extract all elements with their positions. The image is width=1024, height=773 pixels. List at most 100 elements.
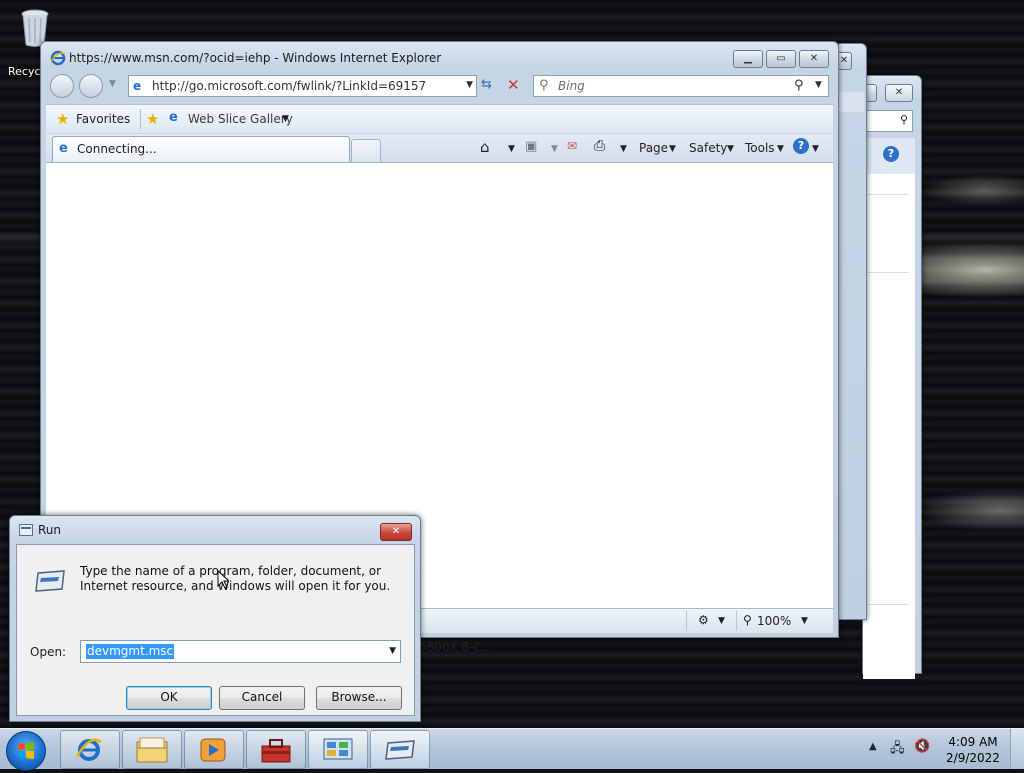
run-dialog[interactable]: Run ✕ Type the name of a program, folder… bbox=[9, 515, 421, 722]
divider bbox=[863, 194, 909, 195]
open-value[interactable]: devmgmt.msc bbox=[86, 644, 175, 659]
search-provider-icon: ⚲ bbox=[539, 78, 549, 93]
search-box[interactable]: ⚲ Bing ⚲ ▼ bbox=[533, 75, 829, 97]
run-program-icon bbox=[35, 570, 65, 592]
taskbar-explorer-button[interactable] bbox=[122, 730, 182, 769]
minimize-button[interactable]: ▁ bbox=[733, 50, 763, 68]
taskbar-toolbox-button[interactable] bbox=[246, 730, 306, 769]
address-bar[interactable]: e http://go.microsoft.com/fwlink/?LinkId… bbox=[128, 75, 477, 97]
mouse-cursor-icon bbox=[217, 570, 229, 589]
folder-icon bbox=[136, 737, 168, 763]
print-icon[interactable]: ⎙ bbox=[594, 138, 605, 154]
web-slice-gallery-button[interactable]: Web Slice Gallery bbox=[188, 112, 293, 126]
search-placeholder[interactable]: Bing bbox=[558, 79, 585, 93]
network-icon[interactable]: 🖧 bbox=[890, 739, 905, 761]
close-button[interactable]: ✕ bbox=[799, 50, 829, 68]
open-combobox[interactable]: devmgmt.msc ▼ bbox=[80, 640, 401, 663]
control-panel-icon bbox=[323, 738, 353, 760]
separator bbox=[140, 109, 141, 129]
taskbar: ▲ 🖧 🔇 4:09 AM 2/9/2022 bbox=[0, 728, 1024, 771]
feeds-icon[interactable]: ▣ bbox=[525, 139, 537, 154]
media-player-icon bbox=[200, 738, 226, 762]
stop-icon[interactable]: ✕ bbox=[507, 76, 520, 94]
windows-logo-icon bbox=[18, 742, 34, 759]
recycle-bin-label: Recyc bbox=[8, 65, 41, 78]
toolbox-icon bbox=[261, 739, 291, 763]
ie-page-icon: e bbox=[59, 141, 68, 156]
add-to-favorites-icon[interactable]: ★ bbox=[146, 110, 159, 128]
maximize-button[interactable]: ▭ bbox=[766, 50, 796, 68]
open-label: Open: bbox=[30, 645, 67, 659]
ie-logo-icon bbox=[50, 50, 66, 66]
search-icon[interactable]: ⚲ bbox=[900, 113, 908, 126]
divider bbox=[863, 604, 909, 605]
show-desktop-button[interactable] bbox=[1010, 729, 1024, 769]
volume-muted-icon[interactable]: 🔇 bbox=[914, 739, 930, 754]
protected-mode-dropdown-icon[interactable]: ▼ bbox=[718, 616, 725, 626]
clock-time: 4:09 AM bbox=[948, 735, 998, 749]
read-mail-icon[interactable]: ✉ bbox=[567, 139, 577, 153]
print-dropdown-icon[interactable]: ▼ bbox=[620, 144, 627, 154]
help-dropdown-icon[interactable]: ▼ bbox=[812, 144, 819, 154]
taskbar-control-panel-button[interactable] bbox=[308, 730, 368, 769]
safety-dropdown-icon[interactable]: ▼ bbox=[727, 144, 734, 154]
tab-row: e Connecting... ⌂ ▼ ▣ ▼ ✉ ⎙ ▼ Page ▼ Saf… bbox=[46, 134, 833, 163]
tab-label: Connecting... bbox=[77, 142, 157, 156]
run-icon bbox=[385, 740, 415, 760]
tools-menu[interactable]: Tools bbox=[745, 141, 775, 155]
cancel-button[interactable]: Cancel bbox=[219, 686, 305, 710]
protected-mode-icon[interactable]: ⚙ bbox=[698, 613, 709, 627]
close-button[interactable]: ✕ bbox=[380, 523, 412, 541]
internet-explorer-icon bbox=[75, 738, 102, 761]
zoom-dropdown-icon[interactable]: ▼ bbox=[801, 616, 808, 626]
separator bbox=[686, 611, 687, 631]
taskbar-run-button[interactable] bbox=[370, 730, 430, 769]
address-text[interactable]: http://go.microsoft.com/fwlink/?LinkId=6… bbox=[152, 79, 426, 93]
page-icon: e bbox=[133, 79, 142, 93]
clock-date: 2/9/2022 bbox=[946, 751, 1000, 765]
clock[interactable]: 4:09 AM 2/9/2022 bbox=[945, 734, 1001, 766]
open-dropdown-icon[interactable]: ▼ bbox=[389, 646, 396, 656]
help-icon[interactable]: ? bbox=[793, 138, 809, 154]
web-slice-dropdown-icon[interactable]: ▼ bbox=[282, 114, 289, 124]
feeds-dropdown-icon[interactable]: ▼ bbox=[551, 144, 558, 154]
safety-menu[interactable]: Safety bbox=[689, 141, 727, 155]
dialog-title: Run bbox=[38, 523, 62, 537]
start-button[interactable] bbox=[6, 731, 46, 771]
search-options-icon[interactable]: ▼ bbox=[815, 80, 822, 90]
new-tab-button[interactable] bbox=[351, 139, 381, 162]
refresh-icon[interactable]: ⇆ bbox=[481, 77, 492, 92]
home-icon[interactable]: ⌂ bbox=[480, 138, 490, 156]
tools-dropdown-icon[interactable]: ▼ bbox=[777, 144, 784, 154]
zoom-icon[interactable]: ⚲ bbox=[743, 613, 752, 627]
toolbar-area: ? bbox=[863, 138, 915, 174]
divider bbox=[863, 272, 909, 273]
help-icon[interactable]: ? bbox=[883, 146, 899, 162]
forward-button[interactable] bbox=[79, 74, 103, 98]
background-window-2[interactable]: ✕ ⚲ ? bbox=[862, 75, 922, 679]
close-button[interactable]: ✕ bbox=[885, 84, 913, 102]
taskbar-ie-button[interactable] bbox=[60, 730, 120, 769]
tab-connecting[interactable]: e Connecting... bbox=[52, 136, 350, 163]
background-window-1[interactable]: ✕ bbox=[835, 43, 867, 620]
browse-button[interactable]: Browse... bbox=[316, 686, 402, 710]
favorites-bar: ★ Favorites ★ e Web Slice Gallery ▼ bbox=[46, 104, 833, 133]
recent-pages-dropdown-icon[interactable]: ▼ bbox=[109, 79, 116, 89]
run-icon bbox=[19, 524, 33, 536]
ok-button[interactable]: OK bbox=[126, 686, 212, 710]
page-menu[interactable]: Page bbox=[639, 141, 668, 155]
background-window-content bbox=[863, 174, 915, 679]
dialog-description: Type the name of a program, folder, docu… bbox=[80, 564, 391, 593]
zoom-level[interactable]: 100% bbox=[757, 614, 791, 628]
dialog-body: Type the name of a program, folder, docu… bbox=[16, 544, 415, 716]
address-dropdown-icon[interactable]: ▼ bbox=[466, 80, 473, 90]
home-dropdown-icon[interactable]: ▼ bbox=[508, 144, 515, 154]
search-icon[interactable]: ⚲ bbox=[794, 78, 804, 93]
page-dropdown-icon[interactable]: ▼ bbox=[669, 144, 676, 154]
back-button[interactable] bbox=[50, 74, 74, 98]
search-box[interactable]: ⚲ bbox=[863, 110, 913, 132]
favorites-button[interactable]: Favorites bbox=[76, 112, 130, 126]
show-hidden-icons-icon[interactable]: ▲ bbox=[869, 741, 877, 752]
favorites-star-icon[interactable]: ★ bbox=[56, 110, 69, 128]
taskbar-media-player-button[interactable] bbox=[184, 730, 244, 769]
